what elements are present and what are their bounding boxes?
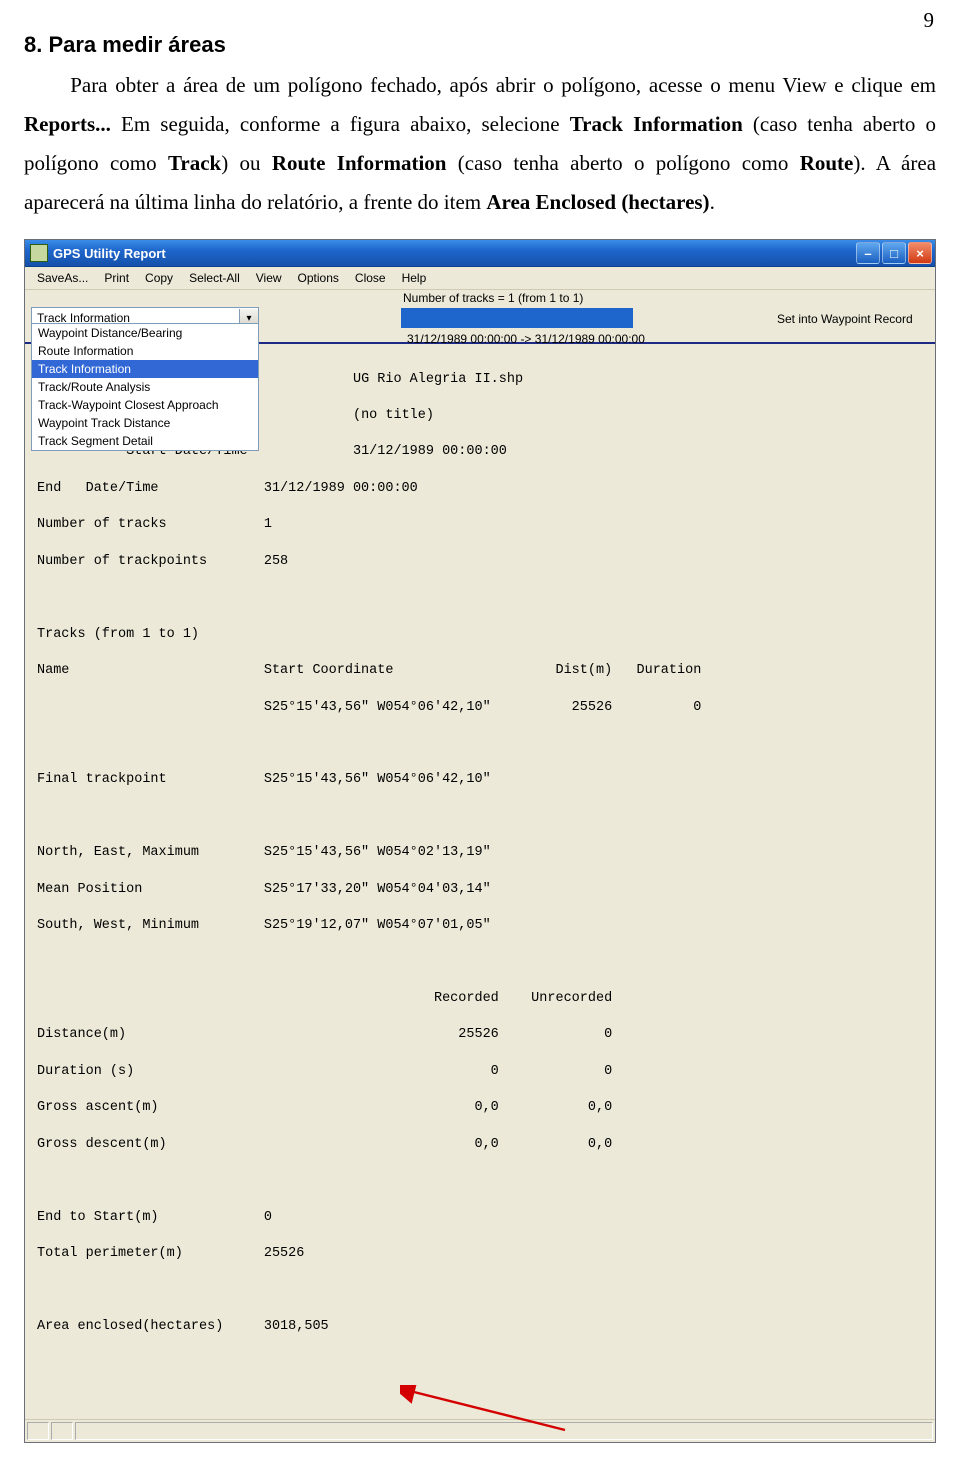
term-reports: Reports... [24,112,111,136]
row-tracks-header: Tracks (from 1 to 1) [37,626,923,644]
menu-options[interactable]: Options [290,269,347,287]
page: 9 8. Para medir áreas Para obter a área … [0,0,960,1467]
toolbar: Track Information ▾ Waypoint Distance/Be… [25,290,935,344]
row-gross-descent: Gross descent(m) 0,0 0,0 [37,1136,923,1154]
text: End Date/Time 31/12/1989 00:00:00 [37,481,418,496]
text: Final trackpoint S25°15'43,56" W054°06'4… [37,772,491,787]
row-num-tracks: Number of tracks 1 [37,516,923,534]
text: Number of tracks 1 [37,517,272,532]
report-content[interactable]: File File UG Rio Alegria II.shp Title Ti… [25,344,935,1419]
menu-help[interactable]: Help [394,269,435,287]
row-gross-ascent: Gross ascent(m) 0,0 0,0 [37,1099,923,1117]
row-north-east-max: North, East, Maximum S25°15'43,56" W054°… [37,844,923,862]
row-track-entry: S25°15'43,56" W054°06'42,10" 25526 0 [37,699,923,717]
row-duration: Duration (s) 0 0 [37,1063,923,1081]
text: Recorded Unrecorded [37,991,612,1006]
row-south-west-min: South, West, Minimum S25°19'12,07" W054°… [37,917,923,935]
row-num-trackpoints: Number of trackpoints 258 [37,553,923,571]
text: Em seguida, conforme a figura abaixo, se… [111,112,570,136]
option-waypoint-track-distance[interactable]: Waypoint Track Distance [32,414,258,432]
text: Distance(m) 25526 0 [37,1027,612,1042]
status-bar [25,1419,935,1442]
report-type-dropdown[interactable]: Waypoint Distance/Bearing Route Informat… [31,323,259,451]
selection-box[interactable] [401,308,633,328]
text: Number of trackpoints 258 [37,554,288,569]
menu-copy[interactable]: Copy [137,269,181,287]
text: S25°15'43,56" W054°06'42,10" 25526 0 [37,700,701,715]
title-bar[interactable]: GPS Utility Report – □ × [25,240,935,267]
text: (caso tenha aberto o polígono como [446,151,799,175]
text: . [710,190,715,214]
text: Duration (s) 0 0 [37,1064,612,1079]
option-track-segment-detail[interactable]: Track Segment Detail [32,432,258,450]
annotation-arrow-icon [335,1367,505,1415]
row-end-date: End Date/Time 31/12/1989 00:00:00 [37,480,923,498]
menu-select-all[interactable]: Select-All [181,269,248,287]
option-track-route-analysis[interactable]: Track/Route Analysis [32,378,258,396]
option-route-information[interactable]: Route Information [32,342,258,360]
text: Area enclosed(hectares) 3018,505 [37,1319,329,1334]
maximize-button[interactable]: □ [882,242,906,264]
text: Gross ascent(m) 0,0 0,0 [37,1100,612,1115]
menu-close[interactable]: Close [347,269,394,287]
row-area-enclosed: Area enclosed(hectares) 3018,505 [37,1318,923,1336]
term-track-information: Track Information [570,112,743,136]
row-total-perimeter: Total perimeter(m) 25526 [37,1245,923,1263]
row-mean-position: Mean Position S25°17'33,20" W054°04'03,1… [37,881,923,899]
term-area-enclosed: Area Enclosed (hectares) [486,190,709,214]
text: End to Start(m) 0 [37,1210,272,1225]
app-icon [30,244,48,262]
tracks-summary-label: Number of tracks = 1 (from 1 to 1) [403,291,583,305]
text: Para obter a área de um polígono fechado… [70,73,936,97]
status-spacer [75,1422,933,1440]
menu-saveas[interactable]: SaveAs... [29,269,96,287]
text: Total perimeter(m) 25526 [37,1246,304,1261]
text: Name Start Coordinate Dist(m) Duration [37,663,701,678]
row-final-trackpoint: Final trackpoint S25°15'43,56" W054°06'4… [37,771,923,789]
status-cell [51,1422,73,1440]
close-button[interactable]: × [908,242,932,264]
option-track-waypoint-closest-approach[interactable]: Track-Waypoint Closest Approach [32,396,258,414]
body-paragraph: Para obter a área de um polígono fechado… [24,66,936,221]
term-track: Track [168,151,221,175]
row-end-to-start: End to Start(m) 0 [37,1209,923,1227]
minimize-button[interactable]: – [856,242,880,264]
menu-view[interactable]: View [248,269,290,287]
row-distance: Distance(m) 25526 0 [37,1026,923,1044]
section-heading: 8. Para medir áreas [24,32,936,58]
text: Gross descent(m) 0,0 0,0 [37,1137,612,1152]
row-rec-unrec-header: Recorded Unrecorded [37,990,923,1008]
page-number: 9 [924,8,935,33]
window-buttons: – □ × [856,242,932,264]
menu-print[interactable]: Print [96,269,137,287]
report-window: GPS Utility Report – □ × SaveAs... Print… [24,239,936,1443]
status-cell [27,1422,49,1440]
text: South, West, Minimum S25°19'12,07" W054°… [37,918,491,933]
window-title: GPS Utility Report [53,246,856,261]
term-route-information: Route Information [272,151,447,175]
term-route: Route [800,151,854,175]
text: Mean Position S25°17'33,20" W054°04'03,1… [37,882,491,897]
row-columns: Name Start Coordinate Dist(m) Duration [37,662,923,680]
set-into-waypoint-record-label: Set into Waypoint Record [765,306,925,326]
text: ) ou [221,151,272,175]
option-waypoint-distance-bearing[interactable]: Waypoint Distance/Bearing [32,324,258,342]
text: North, East, Maximum S25°15'43,56" W054°… [37,845,491,860]
text: Tracks (from 1 to 1) [37,627,199,642]
option-track-information[interactable]: Track Information [32,360,258,378]
